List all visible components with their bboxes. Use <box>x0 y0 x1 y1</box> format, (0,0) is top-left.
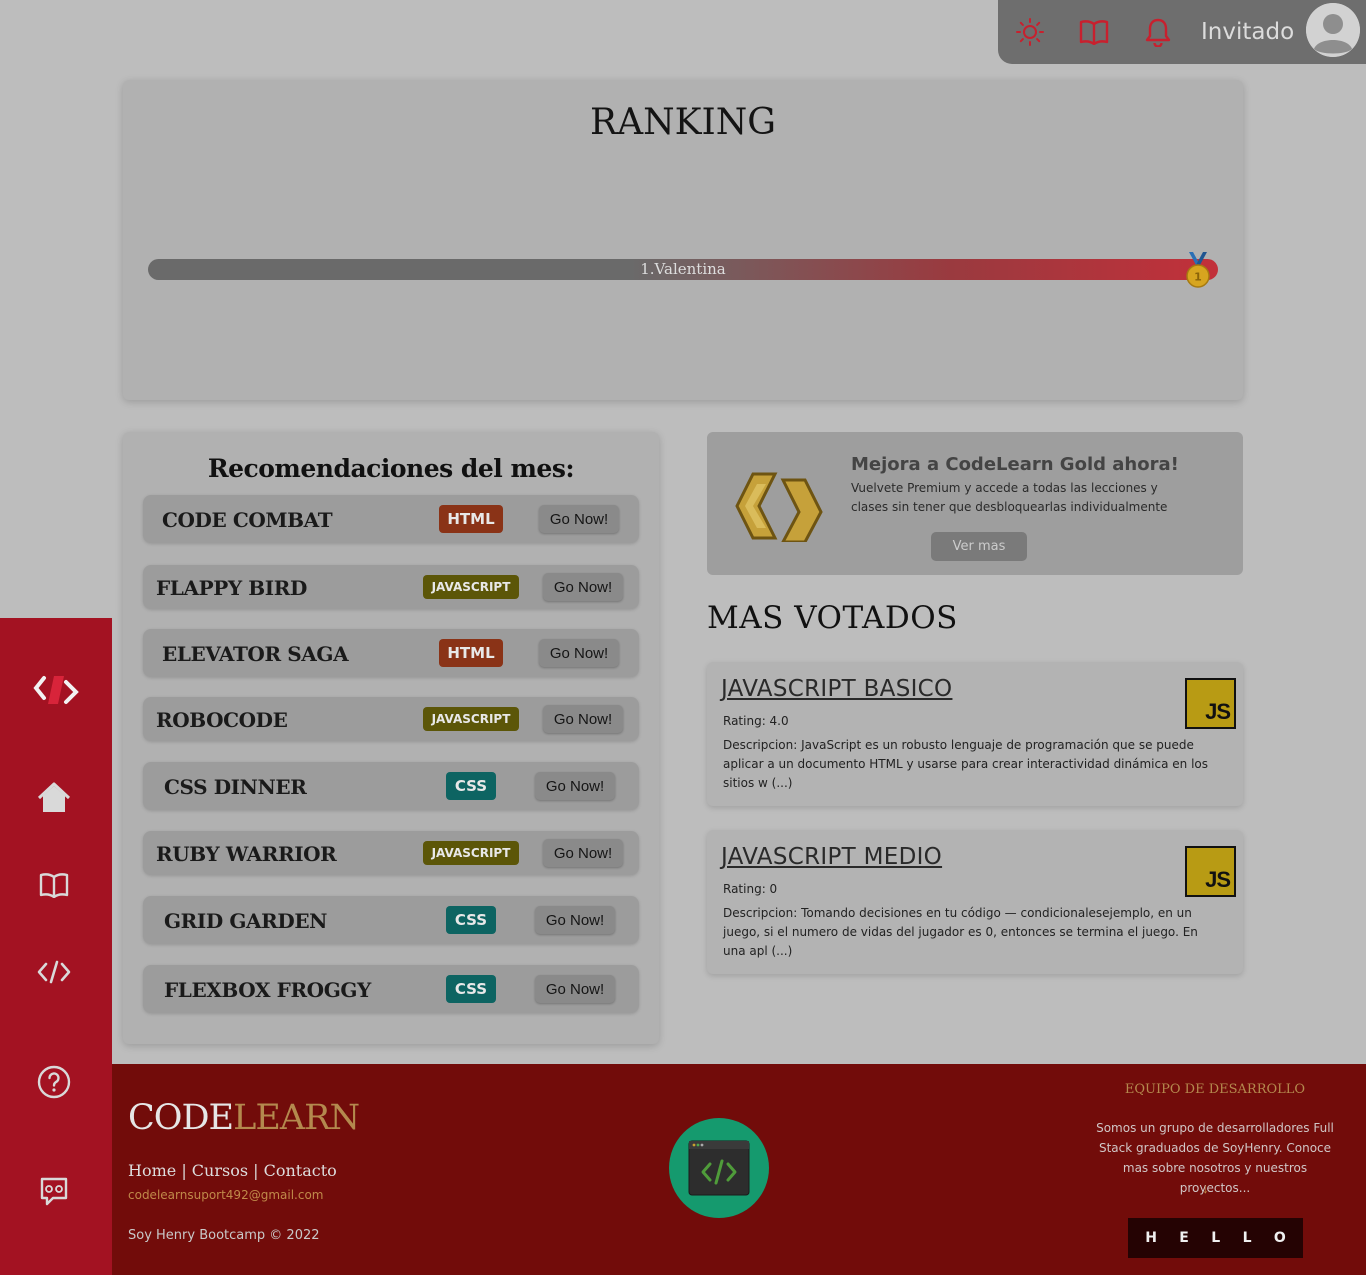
course-title-link[interactable]: JAVASCRIPT BASICO <box>721 676 952 702</box>
gold-promo-text: Vuelvete Premium y accede a todas las le… <box>851 481 1168 514</box>
recommendation-row: FLEXBOX FROGGY CSS Go Now! <box>143 965 639 1013</box>
go-now-button[interactable]: Go Now! <box>535 975 615 1003</box>
recommendation-name: ROBOCODE <box>156 708 288 732</box>
recommendation-name: ELEVATOR SAGA <box>162 642 349 666</box>
bell-icon[interactable] <box>1142 16 1174 48</box>
gold-promo-title: Mejora a CodeLearn Gold ahora! <box>851 454 1179 475</box>
footer-separator: | <box>176 1161 192 1180</box>
footer-email[interactable]: codelearnsuport492@gmail.com <box>128 1188 323 1202</box>
tag-badge: JAVASCRIPT <box>423 841 519 865</box>
footer-logo-code: CODE <box>128 1098 234 1138</box>
tag-badge: CSS <box>446 772 496 800</box>
javascript-logo-icon: JS <box>1185 678 1236 729</box>
go-now-button[interactable]: Go Now! <box>535 906 615 934</box>
codelearn-gold-logo-icon <box>731 470 827 547</box>
svg-text:1: 1 <box>1194 271 1202 284</box>
footer-link-home[interactable]: Home <box>128 1161 176 1180</box>
ranking-bar: 1.Valentina <box>148 259 1218 280</box>
recommendation-name: GRID GARDEN <box>164 909 328 933</box>
code-icon[interactable] <box>36 954 72 990</box>
footer-links: Home | Cursos | Contacto <box>128 1161 337 1180</box>
user-name[interactable]: Invitado <box>1201 16 1294 48</box>
tag-badge: CSS <box>446 906 496 934</box>
recommendation-row: ELEVATOR SAGA HTML Go Now! <box>143 629 639 677</box>
footer-logo-learn: LEARN <box>233 1098 360 1138</box>
chat-icon[interactable] <box>36 1174 72 1210</box>
recommendation-name: CODE COMBAT <box>162 508 333 532</box>
go-now-button[interactable]: Go Now! <box>539 505 619 533</box>
logo-icon[interactable] <box>30 670 82 710</box>
footer-logo[interactable]: CODELEARN <box>128 1098 360 1138</box>
gold-promo-card: Mejora a CodeLearn Gold ahora! Vuelvete … <box>707 432 1243 575</box>
tag-badge: HTML <box>439 639 503 667</box>
course-description: Descripcion: JavaScript es un robusto le… <box>723 738 1208 790</box>
go-now-button[interactable]: Go Now! <box>543 705 623 733</box>
sun-icon[interactable] <box>1014 16 1046 48</box>
course-title-link[interactable]: JAVASCRIPT MEDIO <box>721 844 942 870</box>
recommendations-panel: Recomendaciones del mes: CODE COMBAT HTML… <box>123 432 659 1044</box>
ranking-entry-label: 1.Valentina <box>640 260 726 278</box>
avatar[interactable] <box>1306 3 1360 57</box>
course-card: JAVASCRIPT MEDIO JS Rating: 0 Descripcio… <box>707 830 1243 974</box>
go-now-button[interactable]: Go Now! <box>543 839 623 867</box>
recommendation-row: CODE COMBAT HTML Go Now! <box>143 495 639 543</box>
sidebar <box>0 618 112 1275</box>
course-description: Descripcion: Tomando decisiones en tu có… <box>723 906 1198 958</box>
recommendation-row: ROBOCODE JAVASCRIPT Go Now! <box>143 697 639 741</box>
go-now-button[interactable]: Go Now! <box>539 639 619 667</box>
recommendation-name: CSS DINNER <box>164 775 307 799</box>
home-icon[interactable] <box>36 780 72 816</box>
mas-votados-title: MAS VOTADOS <box>707 600 958 636</box>
tag-badge: JAVASCRIPT <box>423 575 519 599</box>
recommendation-row: FLAPPY BIRD JAVASCRIPT Go Now! <box>143 565 639 609</box>
go-now-button[interactable]: Go Now! <box>535 772 615 800</box>
tag-badge: HTML <box>439 505 503 533</box>
ranking-panel: RANKING 1.Valentina 1 <box>123 80 1243 400</box>
footer-link-cursos[interactable]: Cursos <box>192 1161 248 1180</box>
footer-link-contacto[interactable]: Contacto <box>264 1161 337 1180</box>
hello-letter: E <box>1179 1230 1189 1246</box>
recommendation-row: CSS DINNER CSS Go Now! <box>143 762 639 810</box>
tag-badge: JAVASCRIPT <box>423 707 519 731</box>
tag-badge: CSS <box>446 975 496 1003</box>
course-rating: Rating: 0 <box>723 882 778 896</box>
team-description: Somos un grupo de desarrolladores Full S… <box>1096 1121 1334 1195</box>
hello-letter: L <box>1242 1230 1252 1246</box>
recommendations-title: Recomendaciones del mes: <box>207 454 575 483</box>
help-icon[interactable] <box>36 1064 72 1100</box>
team-title: EQUIPO DE DESARROLLO <box>1124 1082 1306 1097</box>
book-icon[interactable] <box>36 867 72 903</box>
footer: CODELEARN Home | Cursos | Contacto codel… <box>112 1064 1366 1275</box>
ranking-title: RANKING <box>590 102 776 143</box>
recommendation-row: GRID GARDEN CSS Go Now! <box>143 896 639 944</box>
hello-letter: H <box>1145 1230 1157 1246</box>
book-icon[interactable] <box>1078 16 1110 48</box>
footer-copyright: Soy Henry Bootcamp © 2022 <box>128 1228 320 1243</box>
top-bar: Invitado <box>998 0 1366 64</box>
down-arrow-icon[interactable]: ↓ <box>1202 1180 1209 1196</box>
gold-medal-icon: 1 <box>1184 251 1212 294</box>
footer-separator: | <box>248 1161 264 1180</box>
code-window-icon <box>669 1118 769 1218</box>
hello-letter: L <box>1211 1230 1221 1246</box>
hello-letter: O <box>1273 1230 1286 1246</box>
recommendation-row: RUBY WARRIOR JAVASCRIPT Go Now! <box>143 831 639 875</box>
ver-mas-button[interactable]: Ver mas <box>931 532 1027 561</box>
recommendation-name: FLAPPY BIRD <box>156 576 307 600</box>
javascript-logo-icon: JS <box>1185 846 1236 897</box>
go-now-button[interactable]: Go Now! <box>543 573 623 601</box>
course-card: JAVASCRIPT BASICO JS Rating: 4.0 Descrip… <box>707 662 1243 806</box>
hello-button[interactable]: H E L L O <box>1128 1218 1303 1258</box>
recommendation-name: FLEXBOX FROGGY <box>164 978 371 1002</box>
recommendation-name: RUBY WARRIOR <box>156 842 337 866</box>
course-rating: Rating: 4.0 <box>723 714 789 728</box>
